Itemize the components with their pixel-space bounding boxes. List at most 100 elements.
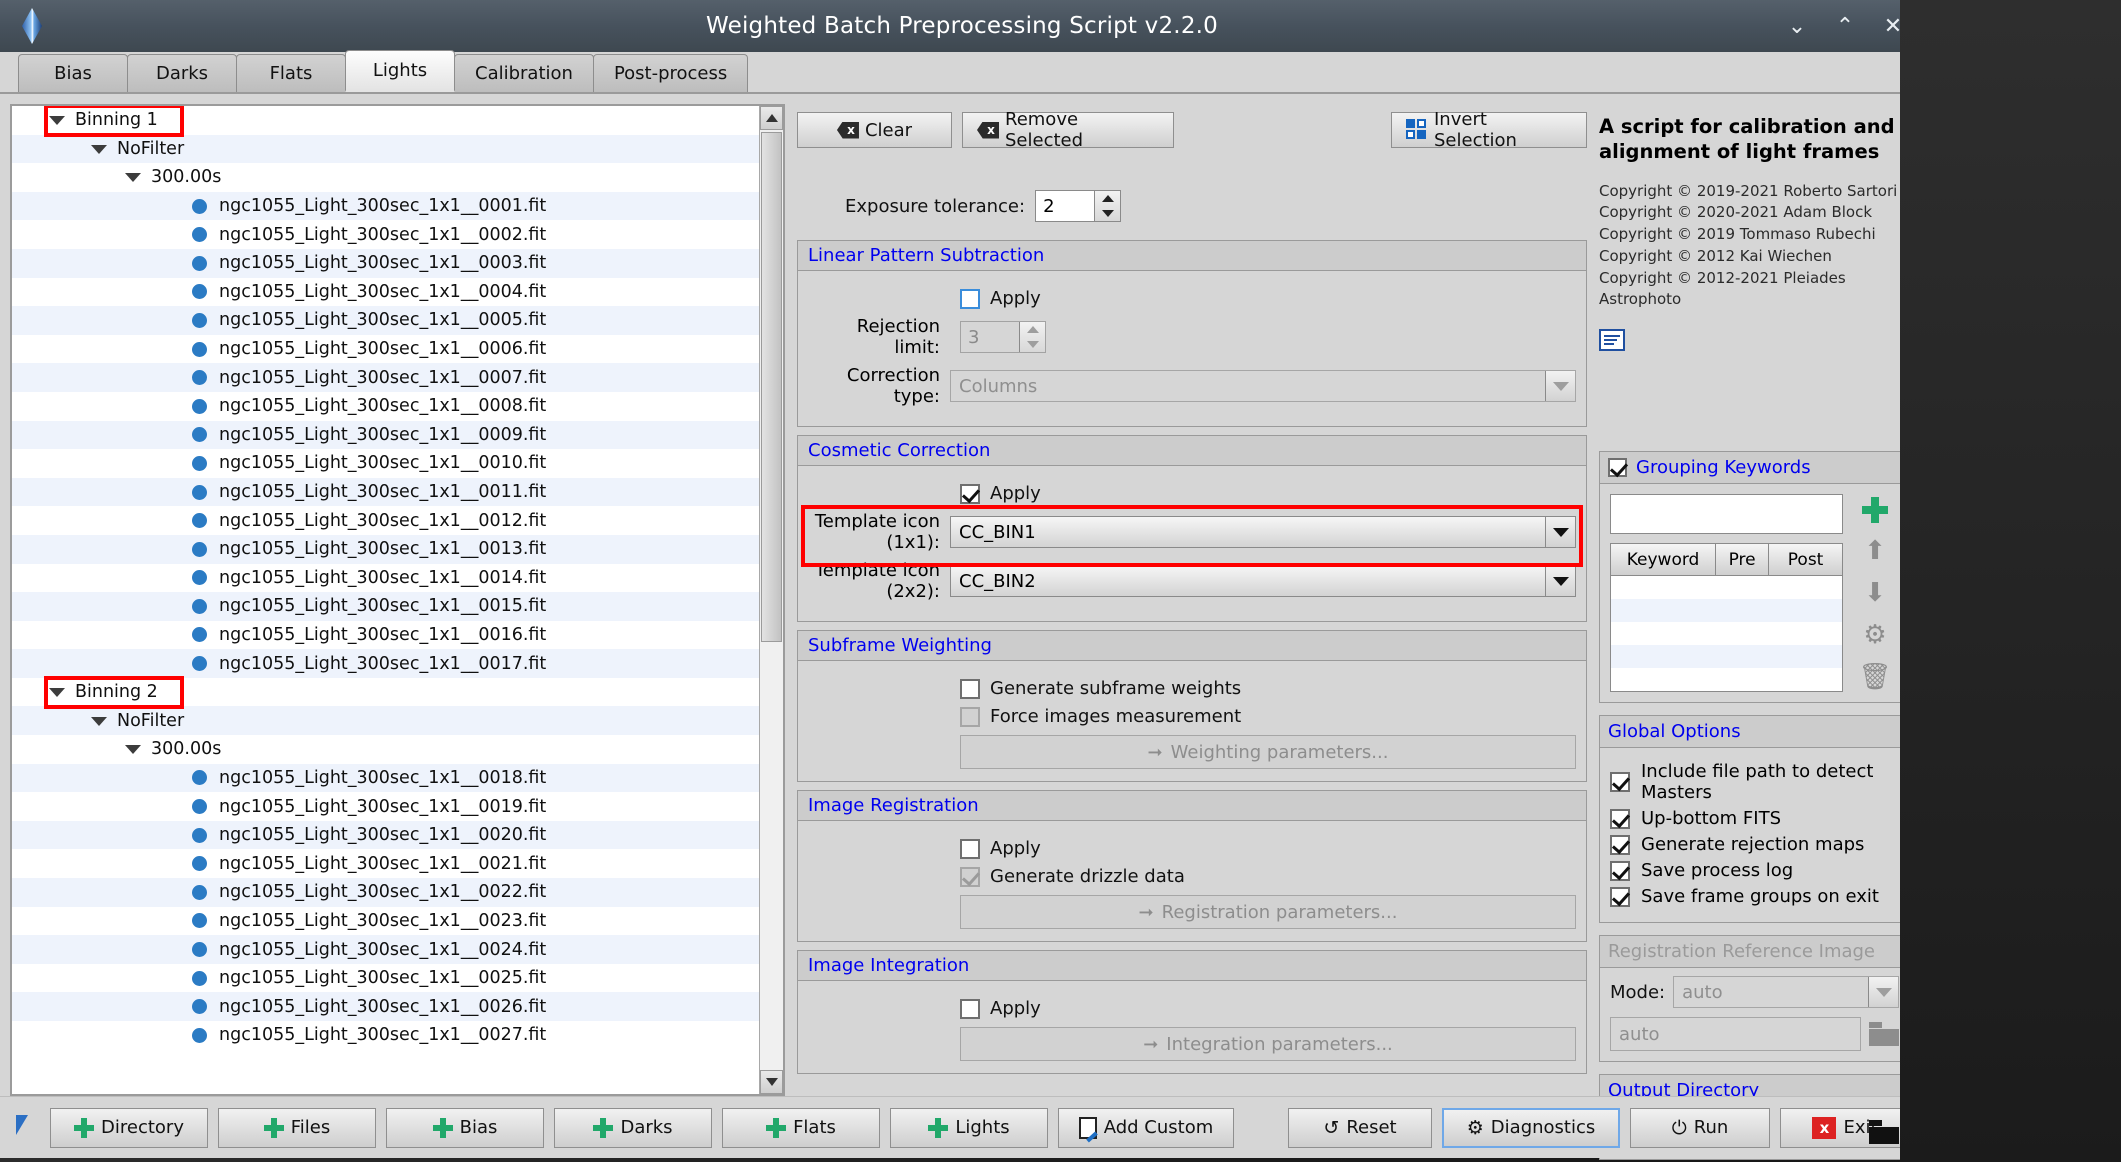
tree-file-row[interactable]: ngc1055_Light_300sec_1x1__0025.fit xyxy=(12,964,759,993)
add-flats-button[interactable]: Flats xyxy=(722,1107,880,1148)
tree-file-row[interactable]: ngc1055_Light_300sec_1x1__0022.fit xyxy=(12,878,759,907)
ir-drizzle-checkbox[interactable] xyxy=(960,866,980,887)
maximize-button[interactable]: ⌃ xyxy=(1822,3,1868,49)
chevron-down-icon[interactable] xyxy=(1868,977,1898,1008)
add-keyword-icon[interactable] xyxy=(1861,496,1889,524)
option-checkbox[interactable] xyxy=(1610,772,1630,793)
tree-file-row[interactable]: ngc1055_Light_300sec_1x1__0013.fit xyxy=(12,534,759,564)
add-lights-button[interactable]: Lights xyxy=(890,1107,1048,1148)
ir-apply-checkbox[interactable] xyxy=(960,838,980,859)
tree-group-2[interactable]: Binning 2 xyxy=(12,677,759,707)
tree-file-row[interactable]: ngc1055_Light_300sec_1x1__0021.fit xyxy=(12,849,759,878)
diagnostics-button[interactable]: ⚙ Diagnostics xyxy=(1442,1107,1620,1148)
grouping-keywords-checkbox[interactable] xyxy=(1608,458,1627,478)
tree-file-row[interactable]: ngc1055_Light_300sec_1x1__0020.fit xyxy=(12,820,759,850)
global-option-row[interactable]: Up-bottom FITS xyxy=(1610,808,1899,829)
sw-force-checkbox[interactable] xyxy=(960,706,980,727)
tree-file-row[interactable]: ngc1055_Light_300sec_1x1__0008.fit xyxy=(12,392,759,421)
option-checkbox[interactable] xyxy=(1610,886,1630,907)
registration-parameters-button[interactable]: ➞ Registration parameters... xyxy=(960,895,1576,929)
tree-file-row[interactable]: ngc1055_Light_300sec_1x1__0010.fit xyxy=(12,449,759,478)
tab-post-process[interactable]: Post-process xyxy=(592,54,749,92)
integration-parameters-button[interactable]: ➞ Integration parameters... xyxy=(960,1027,1576,1061)
global-option-row[interactable]: Generate rejection maps xyxy=(1610,834,1899,855)
tab-lights[interactable]: Lights xyxy=(345,50,455,92)
tree-file-row[interactable]: ngc1055_Light_300sec_1x1__0011.fit xyxy=(12,477,759,507)
chevron-down-icon[interactable] xyxy=(90,712,108,730)
sw-generate-checkbox[interactable] xyxy=(960,678,980,699)
weighting-parameters-button[interactable]: ➞ Weighting parameters... xyxy=(960,735,1576,769)
move-up-icon[interactable]: ⬆ xyxy=(1860,536,1890,566)
option-checkbox[interactable] xyxy=(1610,808,1630,829)
reference-path-input[interactable]: auto xyxy=(1610,1017,1861,1052)
folder-icon[interactable] xyxy=(1869,1120,1899,1145)
table-row[interactable] xyxy=(1611,622,1842,645)
keywords-table[interactable]: Keyword Pre Post xyxy=(1610,543,1843,693)
mode-select[interactable]: auto xyxy=(1673,976,1899,1009)
cc-apply-checkbox[interactable] xyxy=(960,483,980,504)
tree-file-row[interactable]: ngc1055_Light_300sec_1x1__0018.fit xyxy=(12,763,759,793)
chevron-down-icon[interactable] xyxy=(1545,566,1575,596)
column-header-post[interactable]: Post xyxy=(1769,544,1842,577)
frame-tree[interactable]: Binning 1 NoFilter 300.00s ngc1055_Light_30… xyxy=(12,106,759,1094)
tab-bias[interactable]: Bias xyxy=(18,54,128,92)
tree-file-row[interactable]: ngc1055_Light_300sec_1x1__0001.fit xyxy=(12,191,759,221)
chevron-down-icon[interactable] xyxy=(1545,517,1575,547)
stepper-arrows[interactable] xyxy=(1019,322,1045,352)
tree-file-row[interactable]: ngc1055_Light_300sec_1x1__0027.fit xyxy=(12,1021,759,1050)
tree-file-row[interactable]: ngc1055_Light_300sec_1x1__0012.fit xyxy=(12,506,759,535)
resize-grip[interactable] xyxy=(1906,1141,1920,1155)
add-files-button[interactable]: Files xyxy=(218,1107,376,1148)
keywords-table-body[interactable] xyxy=(1611,576,1842,691)
tree-group-1[interactable]: Binning 1 xyxy=(12,106,759,135)
tree-filter-node[interactable]: NoFilter xyxy=(12,134,759,164)
cc-template-2x2-select[interactable]: CC_BIN2 xyxy=(950,565,1576,597)
tree-file-row[interactable]: ngc1055_Light_300sec_1x1__0023.fit xyxy=(12,907,759,936)
tree-file-row[interactable]: ngc1055_Light_300sec_1x1__0014.fit xyxy=(12,564,759,593)
tab-calibration[interactable]: Calibration xyxy=(454,54,594,92)
table-row[interactable] xyxy=(1611,668,1842,691)
remove-selected-button[interactable]: x Remove Selected xyxy=(962,109,1174,151)
move-down-icon[interactable]: ⬇ xyxy=(1860,578,1890,608)
tree-file-row[interactable]: ngc1055_Light_300sec_1x1__0002.fit xyxy=(12,220,759,249)
trash-icon[interactable]: 🗑 xyxy=(1859,662,1892,692)
add-darks-button[interactable]: Darks xyxy=(554,1107,712,1148)
desktop-icon-cc-bin2[interactable]: CC_BIN2 N D xyxy=(1958,549,2118,595)
tree-file-row[interactable]: ngc1055_Light_300sec_1x1__0016.fit xyxy=(12,621,759,650)
add-directory-button[interactable]: Directory xyxy=(50,1107,208,1148)
tree-file-row[interactable]: ngc1055_Light_300sec_1x1__0026.fit xyxy=(12,992,759,1021)
column-header-keyword[interactable]: Keyword xyxy=(1611,544,1717,577)
option-checkbox[interactable] xyxy=(1610,834,1630,855)
lps-correction-type-select[interactable]: Columns xyxy=(950,370,1576,402)
documentation-icon[interactable] xyxy=(1599,329,1625,352)
tab-darks[interactable]: Darks xyxy=(127,54,237,92)
tree-filter-node[interactable]: NoFilter xyxy=(12,706,759,736)
global-option-row[interactable]: Save process log xyxy=(1610,860,1899,881)
chevron-down-icon[interactable] xyxy=(124,740,142,758)
folder-icon[interactable] xyxy=(1869,1022,1899,1047)
column-header-pre[interactable]: Pre xyxy=(1716,544,1770,577)
tree-exposure-node[interactable]: 300.00s xyxy=(12,163,759,192)
chevron-down-icon[interactable] xyxy=(48,683,66,701)
add-bias-button[interactable]: Bias xyxy=(386,1107,544,1148)
table-row[interactable] xyxy=(1611,599,1842,623)
tree-file-row[interactable]: ngc1055_Light_300sec_1x1__0024.fit xyxy=(12,935,759,964)
ii-apply-checkbox[interactable] xyxy=(960,998,980,1019)
chevron-down-icon[interactable] xyxy=(124,168,142,186)
invert-selection-button[interactable]: Invert Selection xyxy=(1391,109,1587,151)
scrollbar-thumb[interactable] xyxy=(761,132,782,642)
run-button[interactable]: ⏻ Run xyxy=(1630,1107,1770,1148)
keyword-input[interactable] xyxy=(1610,494,1843,535)
exposure-tolerance-stepper[interactable]: 2 xyxy=(1035,190,1122,222)
close-button[interactable]: ✕ xyxy=(1870,3,1916,49)
global-option-row[interactable]: Include file path to detect Masters xyxy=(1610,761,1899,803)
global-option-row[interactable]: Save frame groups on exit xyxy=(1610,886,1899,907)
tree-file-row[interactable]: ngc1055_Light_300sec_1x1__0005.fit xyxy=(12,306,759,335)
scroll-up-button[interactable] xyxy=(760,106,783,130)
desktop-icon-cc-bin1[interactable]: CC_BIN1 N D xyxy=(1958,489,2118,535)
gear-icon[interactable]: ⚙ xyxy=(1860,620,1890,650)
add-custom-button[interactable]: Add Custom xyxy=(1058,1107,1234,1148)
cc-template-1x1-select[interactable]: CC_BIN1 xyxy=(950,516,1576,548)
tree-file-row[interactable]: ngc1055_Light_300sec_1x1__0007.fit xyxy=(12,363,759,392)
tree-file-row[interactable]: ngc1055_Light_300sec_1x1__0004.fit xyxy=(12,278,759,307)
